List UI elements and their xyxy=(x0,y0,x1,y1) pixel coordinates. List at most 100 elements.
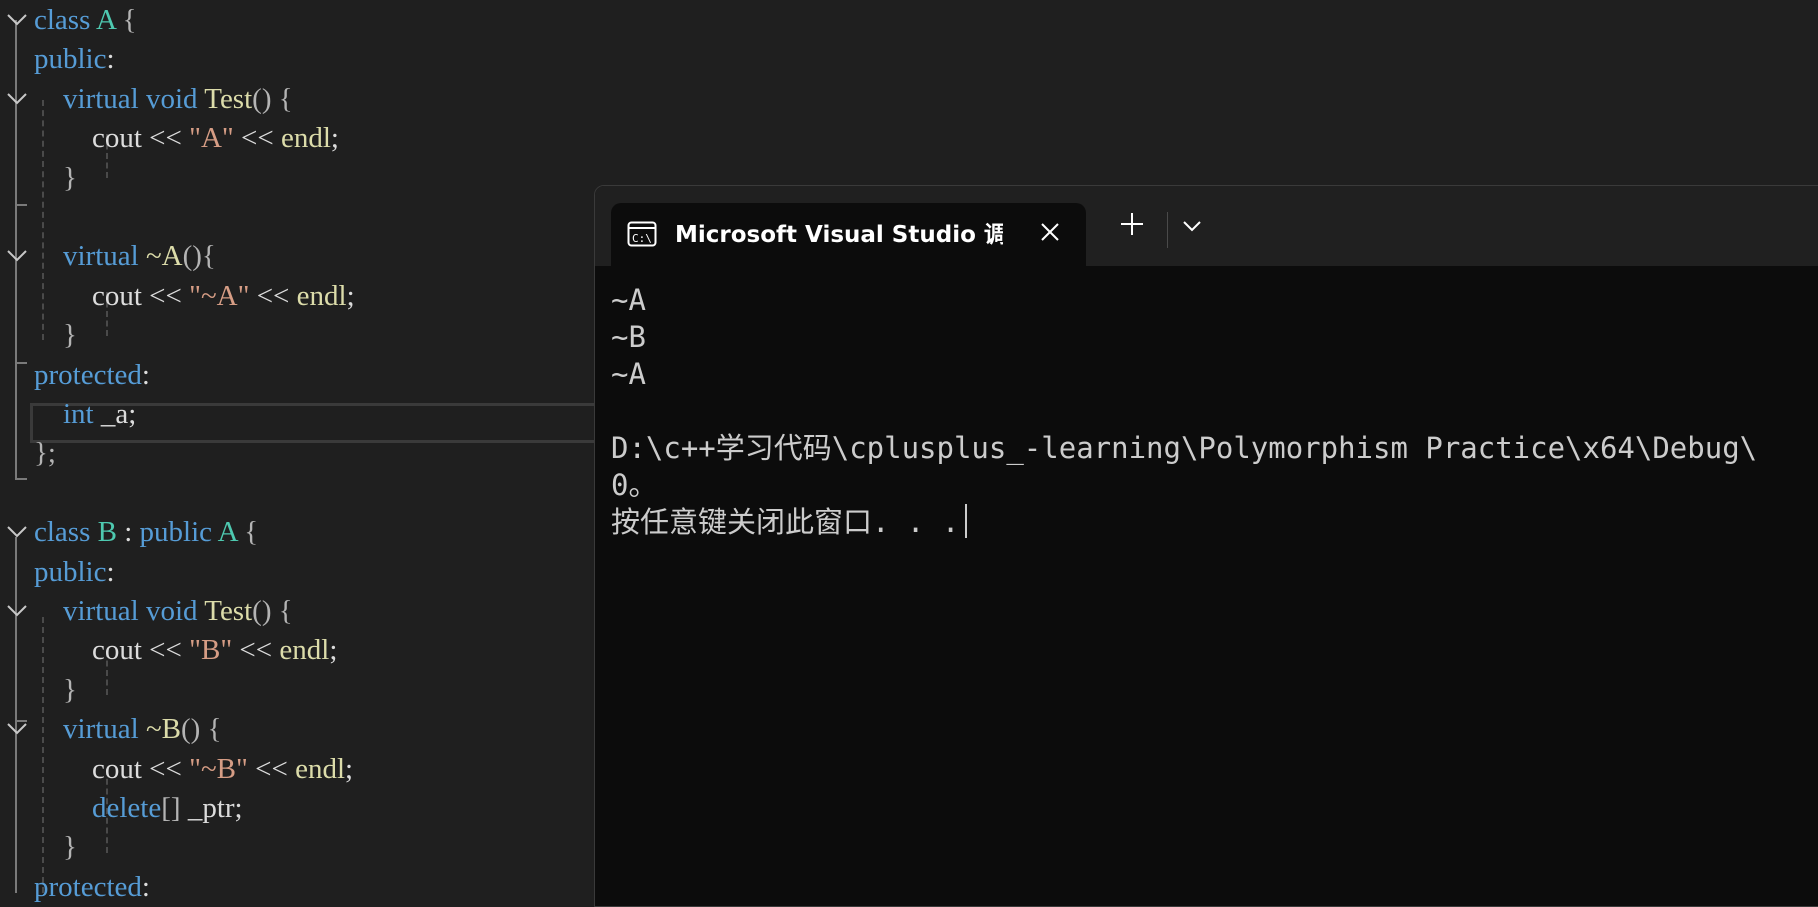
code-token: virtual xyxy=(63,595,146,627)
terminal-output[interactable]: ~A ~B ~A D:\c++学习代码\cplusplus_-learning\… xyxy=(611,282,1818,541)
code-token: : xyxy=(106,555,115,588)
terminal-tab[interactable]: C:\ Microsoft Visual Studio 调试控制台 xyxy=(611,203,1086,266)
code-text: } xyxy=(34,672,77,708)
code-text: cout << "~B" << endl; xyxy=(34,751,353,787)
code-line[interactable]: cout << "~B" << endl; xyxy=(0,749,600,789)
code-token: void xyxy=(145,595,205,627)
code-token: virtual xyxy=(63,82,146,115)
plus-icon[interactable] xyxy=(1119,211,1145,242)
code-token: delete xyxy=(92,792,162,824)
code-text: class A { xyxy=(34,2,137,38)
code-text: } xyxy=(34,317,77,353)
code-line[interactable]: } xyxy=(0,158,600,198)
chevron-down-icon[interactable] xyxy=(6,13,28,29)
code-line[interactable] xyxy=(0,197,600,237)
code-token: () { xyxy=(252,595,293,627)
code-token: }; xyxy=(34,437,56,470)
code-token: } xyxy=(34,319,77,352)
code-line[interactable]: protected: xyxy=(0,867,600,907)
code-line[interactable]: class B : public A { xyxy=(0,512,600,552)
code-token: : xyxy=(116,516,140,549)
code-token: ; xyxy=(345,752,354,785)
code-token: endl xyxy=(296,279,347,312)
chevron-down-icon[interactable] xyxy=(6,249,28,265)
code-token: class xyxy=(34,4,97,36)
code-text: protected: xyxy=(34,357,150,393)
prompt-text: 按任意键关闭此窗口. . . xyxy=(611,505,960,539)
code-line[interactable] xyxy=(0,473,600,513)
output-line: D:\c++学习代码\cplusplus_-learning\Polymorph… xyxy=(611,431,1758,465)
code-text: virtual void Test() { xyxy=(34,593,293,629)
code-line[interactable]: protected: xyxy=(0,355,600,395)
code-token: Test xyxy=(204,595,253,627)
code-text: protected: xyxy=(34,869,150,905)
code-token: endl xyxy=(295,752,346,785)
code-token: Test xyxy=(204,82,253,115)
code-text: virtual ~B() { xyxy=(34,711,221,747)
chevron-down-icon[interactable] xyxy=(6,604,28,620)
code-token: } xyxy=(34,673,77,706)
code-line[interactable]: int _a; xyxy=(0,394,600,434)
code-line[interactable]: } xyxy=(0,827,600,867)
code-line[interactable]: delete[] _ptr; xyxy=(0,788,600,828)
code-token: protected xyxy=(34,870,142,903)
console-icon: C:\ xyxy=(627,221,657,252)
code-token: virtual xyxy=(63,713,146,746)
code-token: : xyxy=(141,358,150,391)
chevron-down-icon[interactable] xyxy=(6,525,28,541)
code-token: (){ xyxy=(182,240,216,273)
code-line[interactable]: public: xyxy=(0,39,600,79)
code-token: A xyxy=(96,4,116,36)
code-line[interactable]: public: xyxy=(0,552,600,592)
code-line[interactable]: virtual void Test() { xyxy=(0,79,600,119)
code-line[interactable]: cout << "B" << endl; xyxy=(0,630,600,670)
code-text: cout << "~A" << endl; xyxy=(34,278,355,314)
code-token: protected xyxy=(34,358,142,391)
code-token: int xyxy=(63,398,101,430)
code-token: : xyxy=(106,43,115,76)
code-token: endl xyxy=(280,122,331,155)
code-token: << xyxy=(249,279,297,312)
svg-text:C:\: C:\ xyxy=(632,232,652,245)
code-line[interactable]: } xyxy=(0,315,600,355)
output-line: 0。 xyxy=(611,468,658,502)
chevron-down-icon[interactable] xyxy=(6,722,28,738)
code-token: : xyxy=(141,870,150,903)
code-token: _a; xyxy=(100,398,137,430)
code-token: ; xyxy=(330,122,339,155)
code-token: cout << xyxy=(34,634,190,667)
terminal-window[interactable]: C:\ Microsoft Visual Studio 调试控制台 xyxy=(594,185,1818,907)
code-token: ; xyxy=(329,634,338,667)
code-line[interactable]: }; xyxy=(0,433,600,473)
tab-separator xyxy=(1167,212,1168,248)
code-line[interactable]: cout << "~A" << endl; xyxy=(0,276,600,316)
chevron-down-icon[interactable] xyxy=(6,92,28,108)
code-text: cout << "B" << endl; xyxy=(34,632,337,668)
code-text: }; xyxy=(34,435,56,471)
code-line[interactable]: cout << "A" << endl; xyxy=(0,118,600,158)
code-token: class xyxy=(34,516,98,549)
tab-title: Microsoft Visual Studio 调试控制台 xyxy=(675,222,1003,248)
code-line[interactable]: } xyxy=(0,670,600,710)
code-line[interactable]: virtual void Test() { xyxy=(0,591,600,631)
code-line[interactable]: virtual ~A(){ xyxy=(0,236,600,276)
code-text: public: xyxy=(34,41,115,77)
code-token: ~A xyxy=(145,240,183,273)
code-token: { xyxy=(115,4,137,36)
output-line: ~B xyxy=(611,320,646,354)
close-icon[interactable] xyxy=(1039,221,1061,248)
code-token: public xyxy=(34,555,107,588)
code-token: ; xyxy=(346,279,355,312)
output-line: 按任意键关闭此窗口. . . xyxy=(611,504,1818,541)
code-line[interactable]: class A { xyxy=(0,0,600,40)
code-token: ~B xyxy=(145,713,181,746)
output-line: ~A xyxy=(611,283,646,317)
chevron-down-icon[interactable] xyxy=(1181,219,1203,238)
code-line[interactable]: virtual ~B() { xyxy=(0,709,600,749)
code-text: cout << "A" << endl; xyxy=(34,120,339,156)
code-token: "~B" xyxy=(189,752,248,785)
